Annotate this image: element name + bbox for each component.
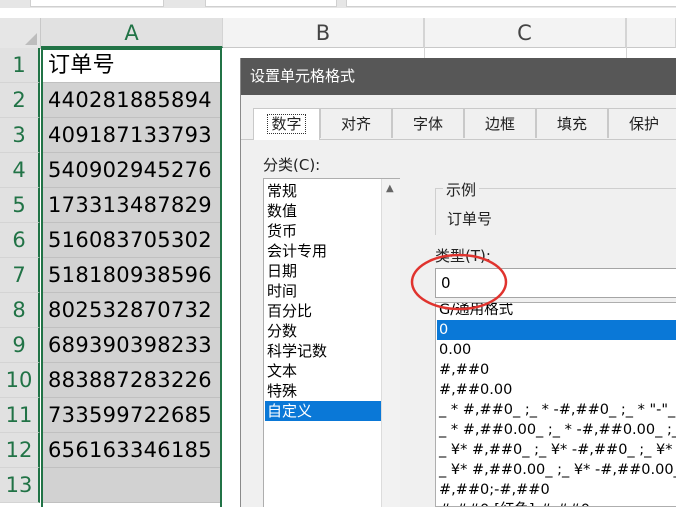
category-item[interactable]: 文本	[265, 361, 381, 381]
tab-alignment[interactable]: 对齐	[320, 108, 392, 138]
category-list[interactable]: 常规 数值 货币 会计专用 日期 时间 百分比 分数 科学记数 文本 特殊 自定义 ▲	[263, 178, 400, 507]
tab-label: 保护	[628, 115, 659, 133]
select-all-corner[interactable]	[0, 18, 41, 49]
row-header[interactable]: 3	[0, 118, 40, 153]
format-item[interactable]: #,##0.00	[437, 380, 676, 400]
tab-label: 数字	[267, 114, 306, 134]
row-header[interactable]: 5	[0, 188, 40, 223]
row-header[interactable]: 13	[0, 468, 40, 503]
row-header[interactable]: 11	[0, 398, 40, 433]
table-cell[interactable]: 540902945276	[42, 153, 221, 188]
format-item[interactable]: 0.00	[437, 340, 676, 360]
tab-label: 填充	[556, 115, 587, 133]
category-item[interactable]: 日期	[265, 261, 381, 281]
table-cell[interactable]: 689390398233	[42, 328, 221, 363]
type-label: 类型(T):	[435, 247, 491, 265]
tab-font[interactable]: 字体	[392, 108, 464, 138]
format-item[interactable]: _ * #,##0.00_ ;_ * -#,##0.00_ ;_ * "-"??…	[437, 420, 676, 440]
tab-border[interactable]: 边框	[464, 108, 536, 138]
format-item[interactable]: _ ¥* #,##0_ ;_ ¥* -#,##0_ ;_ ¥* "-"_ ;_ …	[437, 440, 676, 460]
format-item[interactable]: #,##0;-#,##0	[437, 480, 676, 500]
column-header-a[interactable]: A	[41, 18, 223, 48]
category-item[interactable]: 分数	[265, 321, 381, 341]
row-header[interactable]: 6	[0, 223, 40, 258]
tab-number[interactable]: 数字	[253, 108, 320, 140]
row-header[interactable]: 10	[0, 363, 40, 398]
ribbon-tab-stub	[205, 0, 337, 7]
tab-label: 对齐	[340, 115, 371, 133]
table-cell[interactable]: 440281885894	[42, 83, 221, 118]
category-item[interactable]: 百分比	[265, 301, 381, 321]
ribbon-tab-stub	[30, 0, 164, 7]
table-cell[interactable]: 802532870732	[42, 293, 221, 328]
row-header[interactable]: 2	[0, 83, 40, 118]
category-item[interactable]: 货币	[265, 221, 381, 241]
column-header-b[interactable]: B	[223, 18, 424, 48]
sample-label: 示例	[443, 179, 480, 200]
category-item[interactable]: 特殊	[265, 381, 381, 401]
format-item[interactable]: 0	[437, 320, 676, 340]
table-cell[interactable]: 733599722685	[42, 398, 221, 433]
table-cell[interactable]: 883887283226	[42, 363, 221, 398]
format-cells-dialog: 设置单元格格式 数字 对齐 字体 边框 填充 保护 分类(C): 常规 数值 货币会…	[240, 58, 676, 507]
category-item[interactable]: 数值	[265, 201, 381, 221]
type-input[interactable]: 0	[435, 268, 676, 298]
table-cell[interactable]: 173313487829	[42, 188, 221, 223]
row-header[interactable]: 7	[0, 258, 40, 293]
tab-protection[interactable]: 保护	[608, 108, 676, 138]
header-cell[interactable]: 订单号	[42, 48, 221, 83]
category-label: 分类(C):	[263, 156, 321, 174]
row-header[interactable]: 9	[0, 328, 40, 363]
table-cell[interactable]	[42, 468, 221, 503]
table-cell[interactable]: 409187133793	[42, 118, 221, 153]
category-scrollbar[interactable]: ▲	[381, 179, 400, 507]
column-header-c[interactable]: C	[424, 18, 626, 48]
dialog-title[interactable]: 设置单元格格式	[241, 58, 676, 95]
row-header[interactable]: 4	[0, 153, 40, 188]
category-item[interactable]: 常规	[265, 181, 381, 201]
sample-value: 订单号	[447, 210, 493, 228]
category-item[interactable]: 会计专用	[265, 241, 381, 261]
ribbon-tab-stub	[346, 0, 676, 7]
tab-label: 边框	[484, 115, 515, 133]
tab-fill[interactable]: 填充	[536, 108, 608, 138]
format-item[interactable]: #,##0	[437, 360, 676, 380]
category-item[interactable]: 时间	[265, 281, 381, 301]
row-header[interactable]: 8	[0, 293, 40, 328]
category-item[interactable]: 自定义	[265, 401, 381, 421]
table-cell[interactable]: 518180938596	[42, 258, 221, 293]
format-item[interactable]: G/通用格式	[437, 303, 676, 320]
format-item[interactable]: #,##0;[红色]-#,##0	[437, 500, 676, 506]
format-item[interactable]: _ ¥* #,##0.00_ ;_ ¥* -#,##0.00_ ;_ ¥* "-…	[437, 460, 676, 480]
dialog-tabs: 数字 对齐 字体 边框 填充 保护	[241, 108, 676, 140]
table-cell[interactable]: 656163346185	[42, 433, 221, 468]
ribbon-edge	[0, 0, 676, 8]
format-code-list[interactable]: G/通用格式 0 0.00 #,##0 #,##0.00 _ * #,##0_ ;_ * …	[435, 302, 676, 507]
row-header[interactable]: 1	[0, 48, 40, 83]
column-header-d[interactable]	[626, 18, 676, 48]
table-cell[interactable]: 516083705302	[42, 223, 221, 258]
row-header[interactable]: 12	[0, 433, 40, 468]
format-item[interactable]: _ * #,##0_ ;_ * -#,##0_ ;_ * "-"_ ;_ @_	[437, 400, 676, 420]
category-item[interactable]: 科学记数	[265, 341, 381, 361]
scroll-up-icon[interactable]: ▲	[386, 183, 394, 194]
tab-label: 字体	[412, 115, 443, 133]
